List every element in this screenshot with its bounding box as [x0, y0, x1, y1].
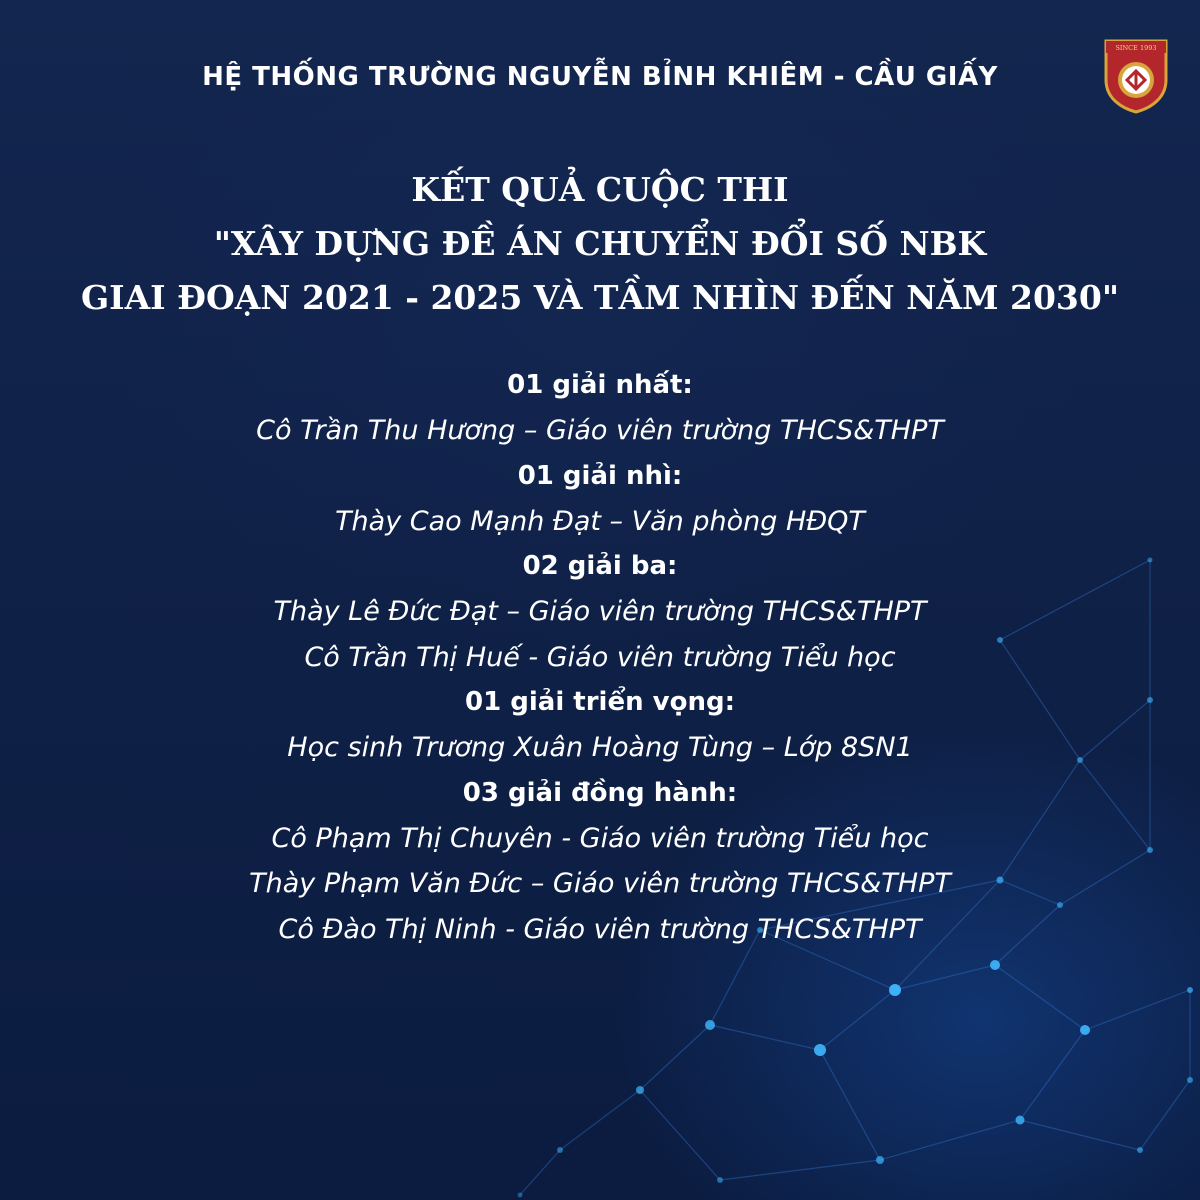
award-third-winner-2: Cô Trần Thị Huế - Giáo viên trường Tiểu …: [304, 641, 896, 673]
award-promising-label: 01 giải triển vọng:: [465, 687, 735, 717]
award-second-label: 01 giải nhì:: [517, 460, 683, 491]
contest-title: KẾT QUẢ CUỘC THI "XÂY DỰNG ĐỀ ÁN CHUYỂN …: [0, 163, 1200, 325]
award-first-label: 01 giải nhất:: [507, 370, 693, 400]
title-line-2: "XÂY DỰNG ĐỀ ÁN CHUYỂN ĐỔI SỐ NBK: [213, 224, 987, 263]
award-companion-winner-3: Cô Đào Thị Ninh - Giáo viên trường THCS&…: [278, 913, 922, 945]
award-first-winner: Cô Trần Thu Hương – Giáo viên trường THC…: [256, 415, 944, 446]
school-logo: SINCE 1993: [1104, 39, 1168, 114]
award-companion-label: 03 giải đồng hành:: [462, 777, 738, 808]
award-third-winner-1: Thày Lê Đức Đạt – Giáo viên trường THCS&…: [273, 596, 927, 627]
logo-since-text: SINCE 1993: [1115, 44, 1156, 52]
title-line-3: GIAI ĐOẠN 2021 - 2025 VÀ TẦM NHÌN ĐẾN NĂ…: [80, 278, 1120, 317]
award-third-label: 02 giải ba:: [522, 551, 678, 581]
results-list: 01 giải nhất: Cô Trần Thu Hương – Giáo v…: [0, 363, 1200, 952]
award-promising-winner: Học sinh Trương Xuân Hoàng Tùng – Lớp 8S…: [287, 732, 913, 763]
award-second-winner: Thày Cao Mạnh Đạt – Văn phòng HĐQT: [335, 505, 865, 537]
award-companion-winner-1: Cô Phạm Thị Chuyên - Giáo viên trường Ti…: [271, 822, 929, 854]
school-name: HỆ THỐNG TRƯỜNG NGUYỄN BỈNH KHIÊM - CẦU …: [202, 62, 998, 92]
award-companion-winner-2: Thày Phạm Văn Đức – Giáo viên trường THC…: [249, 868, 951, 899]
title-line-1: KẾT QUẢ CUỘC THI: [411, 170, 789, 209]
